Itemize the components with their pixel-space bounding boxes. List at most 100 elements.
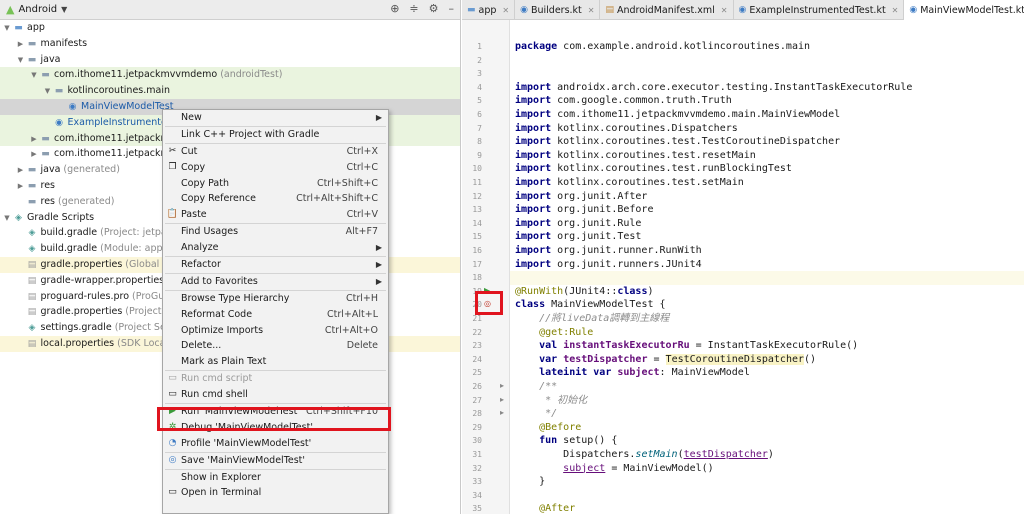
chevron-down-icon[interactable]: ▼: [43, 84, 53, 100]
terminal-icon: ▭: [168, 487, 177, 498]
code-line[interactable]: var testDispatcher = TestCoroutineDispat…: [515, 353, 816, 367]
menu-item-shortcut: Ctrl+H: [345, 292, 378, 304]
tree-item[interactable]: ▼ ▬ java: [0, 52, 460, 69]
menu-item-cut[interactable]: ✂ Cut Ctrl+X: [163, 144, 388, 160]
chevron-down-icon[interactable]: ▼: [2, 211, 12, 227]
code-line[interactable]: subject = MainViewModel(): [515, 462, 714, 476]
code-line[interactable]: @Before: [515, 421, 581, 435]
menu-item-copy-reference[interactable]: Copy Reference Ctrl+Alt+Shift+C: [163, 191, 388, 207]
target-icon[interactable]: ⊕: [390, 2, 399, 15]
code-line[interactable]: import com.ithome11.jetpackmvvmdemo.main…: [515, 108, 840, 122]
chevron-down-icon[interactable]: ▼: [2, 21, 12, 37]
menu-item-refactor[interactable]: Refactor ▶: [163, 257, 388, 273]
code-line[interactable]: /**: [515, 380, 557, 394]
code-line[interactable]: import org.junit.Test: [515, 230, 641, 244]
tree-item[interactable]: ▶ ▬ manifests: [0, 36, 460, 53]
code-line[interactable]: }: [515, 475, 545, 489]
chevron-right-icon[interactable]: ▶: [16, 163, 26, 179]
menu-item-profile-mainviewmodeltest[interactable]: ◔ Profile 'MainViewModelTest': [163, 436, 388, 452]
editor-tab[interactable]: ◉ Builders.kt ✕: [515, 0, 601, 20]
code-line[interactable]: import kotlinx.coroutines.test.runBlocki…: [515, 162, 792, 176]
code-line[interactable]: import kotlinx.coroutines.test.TestCorou…: [515, 135, 840, 149]
fold-arrow-icon[interactable]: ▸: [500, 395, 504, 404]
code-line[interactable]: import org.junit.Rule: [515, 217, 641, 231]
code-line[interactable]: //將liveData調轉到主線程: [515, 312, 669, 326]
menu-item-show-in-explorer[interactable]: Show in Explorer: [163, 470, 388, 486]
chevron-down-icon[interactable]: ▼: [29, 68, 39, 84]
close-icon[interactable]: ✕: [502, 1, 509, 20]
chevron-right-icon[interactable]: ▶: [16, 37, 26, 53]
menu-item-optimize-imports[interactable]: Optimize Imports Ctrl+Alt+O: [163, 323, 388, 339]
code-area[interactable]: package com.example.android.kotlincorout…: [510, 20, 1024, 514]
tree-item-label: java: [40, 53, 61, 65]
debug-icon: ✲: [168, 421, 177, 432]
run-test-icon[interactable]: ◎: [484, 299, 491, 308]
tree-item[interactable]: ▼ ▬ kotlincoroutines.main: [0, 83, 460, 100]
line-number: 14: [472, 218, 482, 228]
line-number: 33: [472, 477, 482, 487]
menu-item-copy[interactable]: ❐ Copy Ctrl+C: [163, 160, 388, 176]
menu-item-delete[interactable]: Delete... Delete: [163, 338, 388, 354]
code-line[interactable]: import org.junit.runners.JUnit4: [515, 258, 702, 272]
tree-item[interactable]: ▼ ▬ app: [0, 20, 460, 37]
code-line[interactable]: import kotlinx.coroutines.test.setMain: [515, 176, 744, 190]
package-icon: ▬: [54, 86, 64, 97]
code-line[interactable]: import com.google.common.truth.Truth: [515, 94, 732, 108]
code-line[interactable]: import org.junit.runner.RunWith: [515, 244, 702, 258]
menu-item-shortcut: Ctrl+Alt+Shift+C: [296, 193, 378, 205]
fold-arrow-icon[interactable]: ▸: [500, 381, 504, 390]
editor-tab[interactable]: ▤ AndroidManifest.xml ✕: [600, 0, 734, 20]
project-view-selector[interactable]: ▲ Android ▼: [6, 3, 67, 16]
close-icon[interactable]: ✕: [721, 1, 728, 20]
fold-arrow-icon[interactable]: ▸: [500, 408, 504, 417]
collapse-icon[interactable]: ≑: [409, 2, 418, 15]
code-line[interactable]: import org.junit.Before: [515, 203, 653, 217]
chevron-right-icon[interactable]: ▶: [29, 132, 39, 148]
close-icon[interactable]: ✕: [892, 1, 899, 20]
close-icon[interactable]: ✕: [588, 1, 595, 20]
code-line[interactable]: * 初始化: [515, 394, 587, 408]
menu-item-debug-mainviewmodeltest[interactable]: ✲ Debug 'MainViewModelTest': [163, 420, 388, 436]
menu-item-save-mainviewmodeltest[interactable]: ◎ Save 'MainViewModelTest': [163, 453, 388, 469]
code-line[interactable]: @After: [515, 502, 575, 514]
menu-item-browse-type-hierarchy[interactable]: Browse Type Hierarchy Ctrl+H: [163, 291, 388, 307]
menu-item-open-in-terminal[interactable]: ▭ Open in Terminal: [163, 485, 388, 501]
menu-item-new[interactable]: New ▶: [163, 110, 388, 126]
code-line[interactable]: Dispatchers.setMain(testDispatcher): [515, 448, 774, 462]
gear-icon[interactable]: ⚙: [429, 2, 439, 15]
code-line[interactable]: @RunWith(JUnit4::class): [515, 285, 654, 299]
code-line[interactable]: import org.junit.After: [515, 190, 647, 204]
code-line[interactable]: val instantTaskExecutorRu = InstantTaskE…: [515, 339, 858, 353]
chevron-right-icon[interactable]: ▶: [16, 179, 26, 195]
code-line[interactable]: import kotlinx.coroutines.Dispatchers: [515, 122, 738, 136]
editor-tab[interactable]: ▬ app ✕: [462, 0, 516, 20]
menu-item-label: Profile 'MainViewModelTest': [181, 437, 312, 449]
menu-item-analyze[interactable]: Analyze ▶: [163, 240, 388, 256]
menu-item-mark-as-plain-text[interactable]: Mark as Plain Text: [163, 354, 388, 370]
code-line[interactable]: */: [515, 407, 557, 421]
menu-item-find-usages[interactable]: Find Usages Alt+F7: [163, 224, 388, 240]
minimize-icon[interactable]: –: [449, 2, 455, 15]
editor-tab[interactable]: ◉ ExampleInstrumentedTest.kt ✕: [734, 0, 905, 20]
menu-item-link-c-project-with-gradle[interactable]: Link C++ Project with Gradle: [163, 127, 388, 143]
menu-item-copy-path[interactable]: Copy Path Ctrl+Shift+C: [163, 176, 388, 192]
current-line-highlight: [510, 271, 1024, 285]
code-line[interactable]: @get:Rule: [515, 326, 593, 340]
editor-tab[interactable]: ◉MainViewModelTest.kt✕: [904, 0, 1024, 20]
menu-item-run-cmd-shell[interactable]: ▭ Run cmd shell: [163, 387, 388, 403]
menu-item-shortcut: Delete: [346, 340, 378, 352]
code-line[interactable]: class MainViewModelTest {: [515, 298, 666, 312]
code-line[interactable]: import kotlinx.coroutines.test.resetMain: [515, 149, 756, 163]
code-line[interactable]: package com.example.android.kotlincorout…: [515, 40, 810, 54]
code-line[interactable]: lateinit var subject: MainViewModel: [515, 366, 750, 380]
tree-item[interactable]: ▼ ▬ com.ithome11.jetpackmvvmdemo (androidT…: [0, 67, 460, 84]
menu-item-reformat-code[interactable]: Reformat Code Ctrl+Alt+L: [163, 307, 388, 323]
run-test-icon[interactable]: ▶: [484, 286, 490, 295]
chevron-down-icon[interactable]: ▼: [16, 53, 26, 69]
menu-item-add-to-favorites[interactable]: Add to Favorites ▶: [163, 274, 388, 290]
menu-item-paste[interactable]: 📋 Paste Ctrl+V: [163, 207, 388, 223]
menu-item-run-mainviewmodeltest[interactable]: ▶ Run 'MainViewModelTest' Ctrl+Shift+F10: [163, 404, 388, 420]
code-line[interactable]: fun setup() {: [515, 434, 617, 448]
chevron-right-icon[interactable]: ▶: [29, 147, 39, 163]
code-line[interactable]: import androidx.arch.core.executor.testi…: [515, 81, 912, 95]
